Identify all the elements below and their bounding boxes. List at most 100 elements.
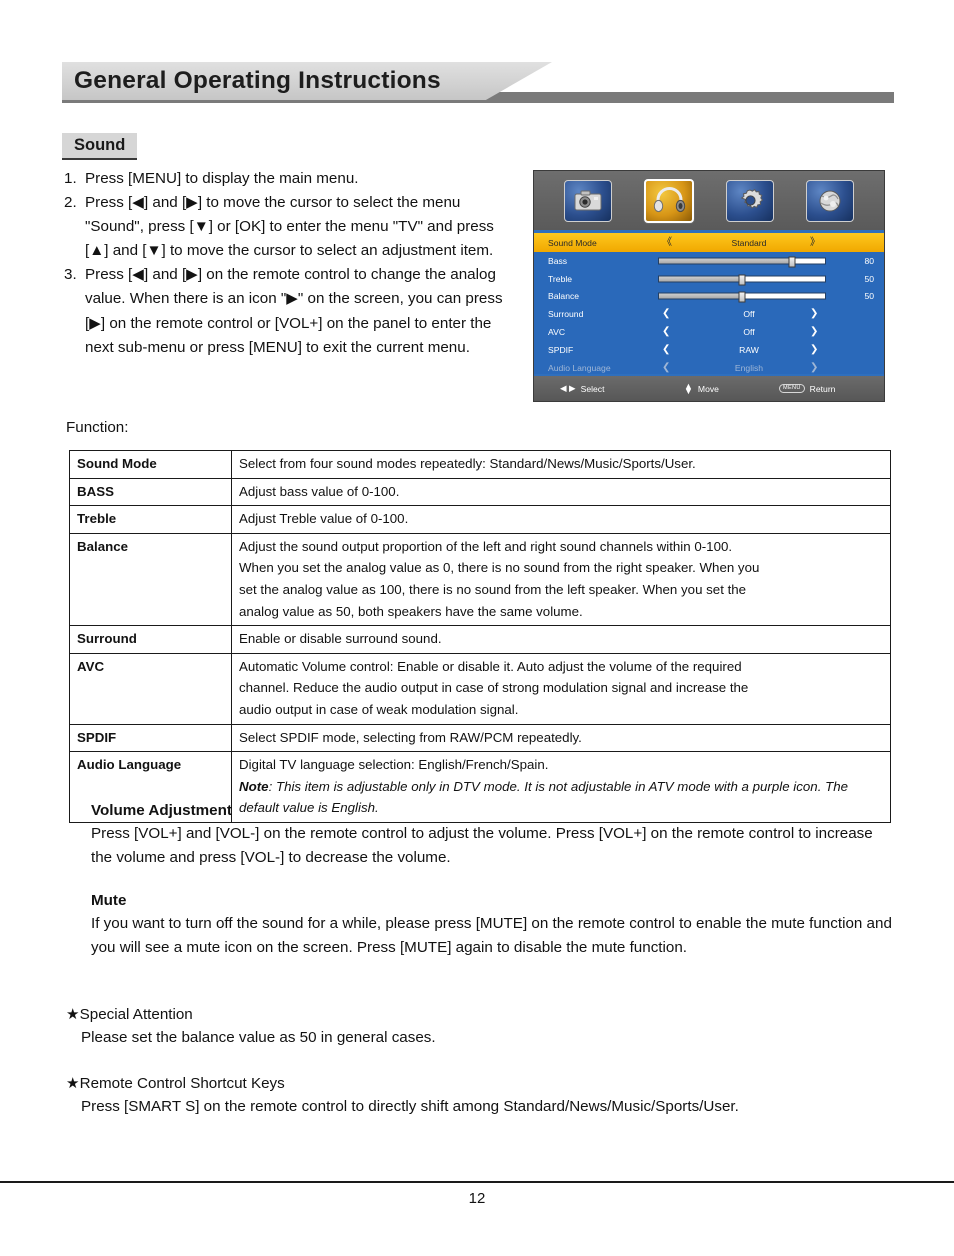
special-attention-body: Please set the balance value as 50 in ge… bbox=[81, 1029, 436, 1047]
table-cell-line: Adjust Treble value of 0-100. bbox=[239, 511, 409, 527]
function-label: Function: bbox=[66, 419, 129, 436]
table-cell-key: BASS bbox=[69, 477, 232, 507]
volume-adjustment-block: Volume Adjustment Press [VOL+] and [VOL-… bbox=[91, 799, 894, 869]
special-attention-heading: ★Special Attention bbox=[66, 1006, 193, 1023]
left-right-arrow-icon: ◀ ▶ bbox=[560, 383, 576, 393]
section-heading: Sound bbox=[62, 133, 138, 160]
instruction-step-text: Press [◀] and [▶] to move the cursor to … bbox=[85, 194, 494, 260]
table-cell-description: Select from four sound modes repeatedly:… bbox=[231, 450, 891, 479]
osd-slider-handle[interactable] bbox=[738, 274, 746, 286]
tv-osd-screenshot: Sound Mode 《 Standard 》 Bass 80 Treble 50 Balanc… bbox=[533, 170, 885, 402]
volume-adjustment-heading: Volume Adjustment bbox=[91, 802, 232, 819]
osd-menu-item[interactable]: SPDIF ❮ RAW ❯ bbox=[534, 341, 884, 359]
up-down-arrow-icon: ▲ ▼ bbox=[684, 380, 693, 396]
table-cell-note-prefix: Note bbox=[239, 778, 269, 794]
osd-slider-handle[interactable] bbox=[738, 291, 746, 303]
chevron-left-icon[interactable]: ❮ bbox=[662, 327, 670, 337]
osd-slider[interactable] bbox=[658, 274, 826, 286]
table-cell-key: Balance bbox=[69, 532, 232, 627]
table-cell-key: SPDIF bbox=[69, 723, 232, 753]
page-title: General Operating Instructions bbox=[74, 67, 441, 94]
shortcut-keys-heading: ★Remote Control Shortcut Keys bbox=[66, 1075, 285, 1092]
chevron-left-icon[interactable]: ❮ bbox=[662, 362, 670, 373]
table-row: Sound Mode Select from four sound modes r… bbox=[69, 450, 891, 479]
table-cell-line: Automatic Volume control: Enable or disa… bbox=[239, 658, 742, 674]
section-heading-label: Sound bbox=[62, 133, 138, 160]
table-cell-description: Automatic Volume control: Enable or disa… bbox=[231, 652, 891, 725]
table-cell-line: Adjust bass value of 0-100. bbox=[239, 483, 400, 499]
table-cell-line: analog value as 50, both speakers have t… bbox=[239, 603, 583, 619]
mute-heading: Mute bbox=[91, 892, 127, 909]
osd-menu-item-value: RAW bbox=[739, 344, 759, 355]
osd-slider[interactable] bbox=[658, 291, 826, 303]
manual-page: General Operating Instructions Sound 1. P… bbox=[0, 0, 954, 1256]
picture-icon[interactable] bbox=[564, 179, 612, 222]
osd-slider-handle[interactable] bbox=[788, 256, 796, 268]
table-cell-description: Adjust Treble value of 0-100. bbox=[231, 505, 891, 534]
osd-slider[interactable] bbox=[658, 256, 826, 268]
osd-slider-fill bbox=[659, 293, 742, 299]
osd-menu-item-label: SPDIF bbox=[548, 344, 574, 355]
function-table: Sound Mode Select from four sound modes r… bbox=[69, 450, 891, 823]
osd-footer-bar: ◀ ▶ Select ▲ ▼ Move MENU Return bbox=[534, 374, 884, 401]
table-cell-description: Adjust bass value of 0-100. bbox=[231, 477, 891, 507]
table-cell-key: Surround bbox=[69, 625, 232, 654]
osd-menu-item-label: Surround bbox=[548, 309, 584, 320]
instruction-list: 1. Press [MENU] to display the main menu.… bbox=[64, 167, 519, 360]
setup-icon[interactable] bbox=[726, 179, 774, 222]
osd-slider-fill bbox=[659, 276, 742, 282]
chevron-left-icon[interactable]: 《 bbox=[662, 237, 672, 248]
table-cell-line: Enable or disable surround sound. bbox=[239, 631, 442, 647]
osd-footer-select-label: Select bbox=[580, 383, 605, 394]
osd-menu-item[interactable]: AVC ❮ Off ❯ bbox=[534, 323, 884, 341]
chevron-right-icon[interactable]: ❯ bbox=[810, 362, 818, 373]
instruction-step: 2. Press [◀] and [▶] to move the cursor t… bbox=[64, 191, 519, 263]
instruction-step: 3. Press [◀] and [▶] on the remote contro… bbox=[64, 263, 519, 359]
osd-menu-item-value: English bbox=[734, 362, 764, 373]
table-cell-line: audio output in case of weak modulation … bbox=[239, 701, 519, 717]
osd-menu-item[interactable]: Treble 50 bbox=[534, 270, 884, 288]
osd-slider-value: 50 bbox=[864, 291, 874, 302]
osd-menu-item[interactable]: Balance 50 bbox=[534, 288, 884, 306]
osd-menu-item[interactable]: Surround ❮ Off ❯ bbox=[534, 305, 884, 323]
table-cell-description: Enable or disable surround sound. bbox=[231, 625, 891, 654]
instruction-step: 1. Press [MENU] to display the main menu. bbox=[64, 167, 519, 191]
table-row: BASS Adjust bass value of 0-100. bbox=[69, 477, 891, 507]
footer-divider bbox=[0, 1181, 954, 1183]
table-cell-line: When you set the analog value as 0, ther… bbox=[239, 560, 760, 576]
osd-menu-item-label: Balance bbox=[548, 291, 580, 302]
instruction-step-text: Press [MENU] to display the main menu. bbox=[85, 170, 359, 187]
osd-footer-move: ▲ ▼ Move bbox=[684, 380, 719, 396]
table-row: Balance Adjust the sound output proportio… bbox=[69, 532, 891, 627]
instruction-step-number: 2. bbox=[64, 194, 77, 212]
table-cell-description: Select SPDIF mode, selecting from RAW/PC… bbox=[231, 723, 891, 753]
osd-menu-item[interactable]: Sound Mode 《 Standard 》 bbox=[534, 233, 884, 252]
chevron-left-icon[interactable]: ❮ bbox=[662, 309, 670, 319]
shortcut-keys-body: Press [SMART S] on the remote control to… bbox=[81, 1098, 739, 1116]
osd-slider-value: 50 bbox=[864, 273, 874, 284]
table-cell-line: Select SPDIF mode, selecting from RAW/PC… bbox=[239, 729, 582, 745]
table-cell-key: Treble bbox=[69, 505, 232, 534]
table-cell-line: channel. Reduce the audio output in case… bbox=[239, 680, 749, 696]
osd-menu-item-label: Bass bbox=[548, 255, 568, 266]
chevron-right-icon[interactable]: ❯ bbox=[810, 344, 818, 355]
osd-menu-item-label: Treble bbox=[548, 273, 573, 284]
osd-menu-item[interactable]: Bass 80 bbox=[534, 252, 884, 270]
osd-menu-item-label: Audio Language bbox=[548, 362, 611, 373]
chevron-left-icon[interactable]: ❮ bbox=[662, 344, 670, 355]
osd-slider-fill bbox=[659, 258, 792, 264]
osd-menu-item-label: Sound Mode bbox=[548, 237, 597, 248]
osd-footer-return: MENU Return bbox=[779, 384, 835, 394]
osd-menu-item-value: Standard bbox=[731, 237, 767, 248]
special-attention-block: ★Special Attention Please set the balanc… bbox=[66, 1003, 894, 1050]
mute-block: Mute If you want to turn off the sound f… bbox=[91, 889, 894, 959]
chevron-right-icon[interactable]: ❯ bbox=[810, 309, 818, 319]
chevron-right-icon[interactable]: 》 bbox=[810, 237, 820, 248]
chapter-header: General Operating Instructions bbox=[0, 62, 954, 108]
osd-menu-item-value: Off bbox=[743, 327, 755, 338]
page-number: 12 bbox=[468, 1190, 486, 1207]
channel-icon[interactable] bbox=[806, 179, 854, 222]
chevron-right-icon[interactable]: ❯ bbox=[810, 327, 818, 337]
table-cell-line: Digital TV language selection: English/F… bbox=[239, 757, 549, 773]
sound-icon[interactable] bbox=[644, 178, 694, 223]
